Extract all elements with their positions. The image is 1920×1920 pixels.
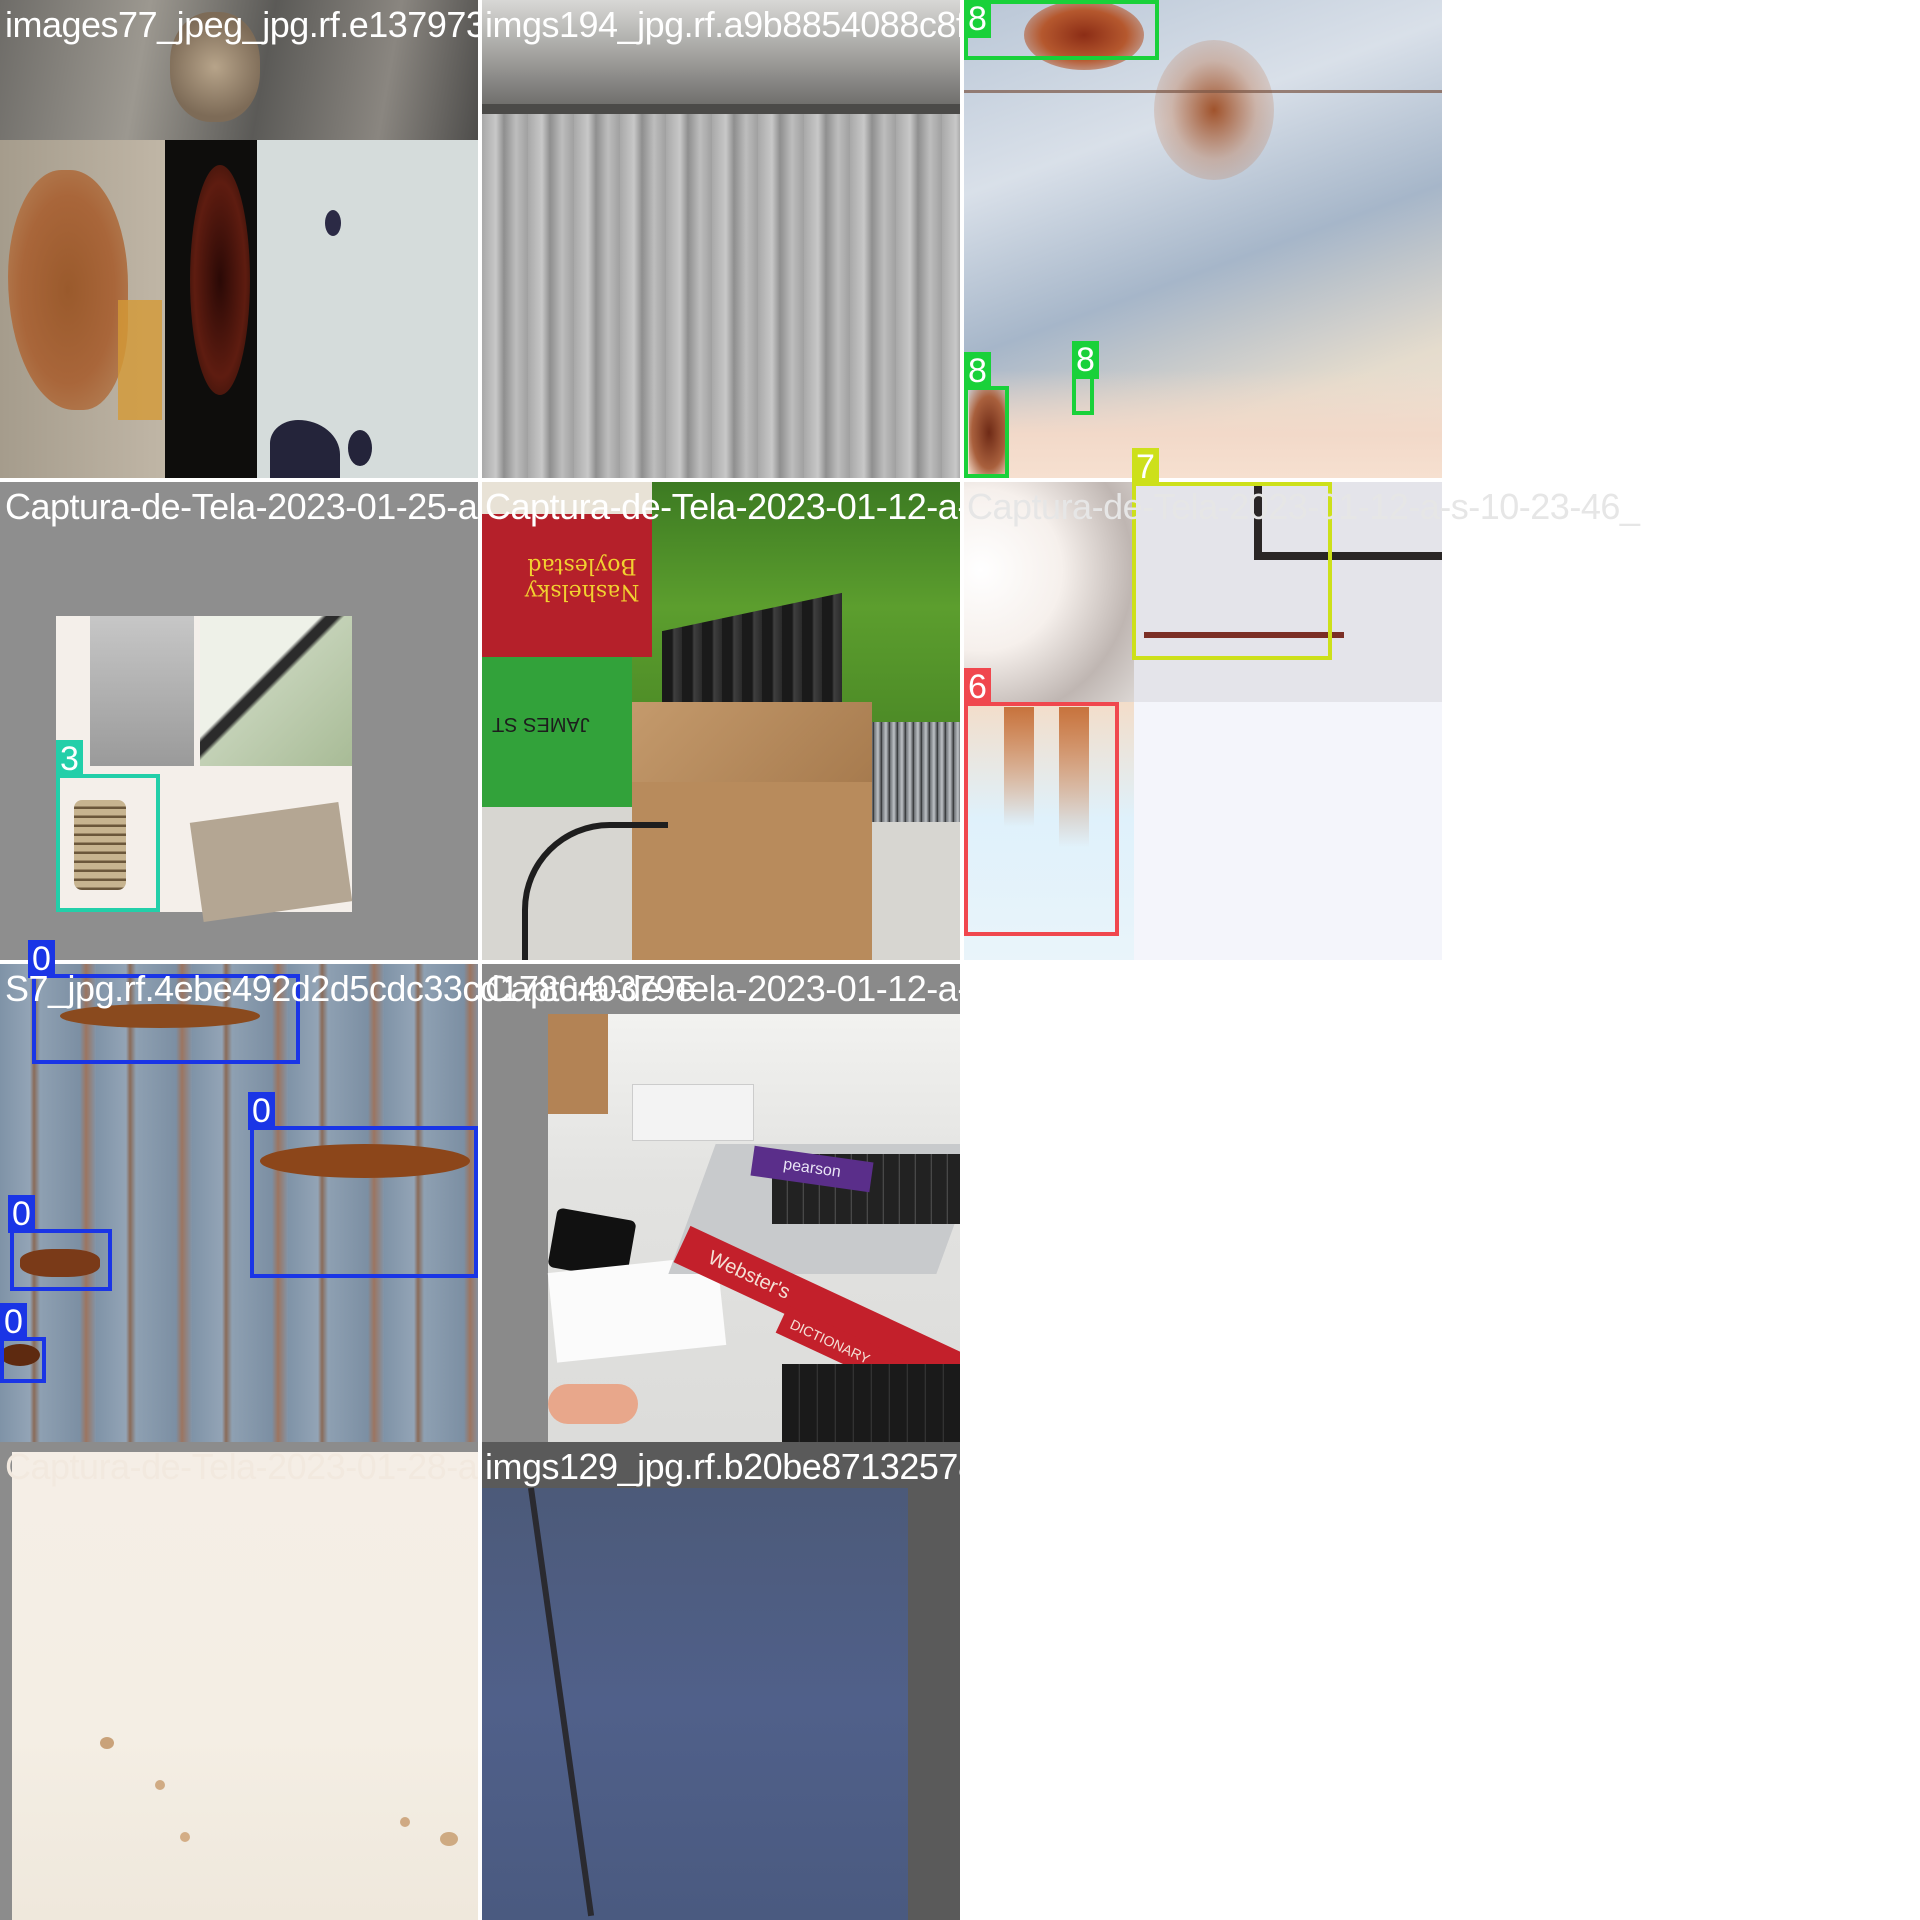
detection-label: 8	[964, 352, 991, 390]
detection-box-class-6	[964, 702, 1119, 936]
book-spine-text: JAMES ST	[492, 713, 590, 735]
mosaic-tile-rust-wall: 8 8 8	[964, 0, 1442, 478]
mosaic-tile-images77: images77_jpeg_jpg.rf.e1379735794958f526f…	[0, 0, 478, 478]
rust-collage-photo	[0, 0, 478, 478]
tile-caption: Captura-de-Tela-2023-01-12-a-s-09-58-20_	[485, 968, 1158, 1009]
detection-box-class-0	[10, 1229, 112, 1291]
mosaic-tile-captura-0125: 3 Captura-de-Tela-2023-01-25-a-s-10-28-0…	[0, 482, 478, 960]
detection-label: 8	[964, 0, 991, 38]
detection-label: 0	[8, 1195, 35, 1233]
detection-box-class-3	[56, 774, 160, 912]
mosaic-tile-captura-0128: Captura-de-Tela-2023-01-28-a-s-10-57-56_	[0, 1442, 478, 1920]
mosaic-tile-imgs129: imgs129_jpg.rf.b20be871325788dd504c244f4…	[482, 1442, 960, 1920]
detection-box-class-0	[250, 1126, 478, 1278]
detection-box-class-8	[964, 0, 1159, 60]
detection-box-class-0	[0, 1337, 46, 1383]
cream-surface-photo	[0, 1442, 478, 1920]
detection-label: 7	[1132, 448, 1159, 486]
blue-panel-photo	[482, 1442, 960, 1920]
mosaic-tile-captura-0957: Nashelsky Boylestad JAMES ST Captura-de-…	[482, 482, 960, 960]
mosaic-tile-s7: 0 0 0 0 S7_jpg.rf.4ebe492d2d5cdc33cd1786…	[0, 940, 695, 1442]
detection-label: 0	[248, 1092, 275, 1130]
tile-caption: Captura-de-Tela-2023-01-12-a-s-10-23-46_	[967, 486, 1640, 527]
detection-box-class-8	[1072, 375, 1094, 415]
laptop-desk-photo: pearson Webster's DICTIONARY	[482, 964, 960, 1442]
detection-label: 3	[56, 740, 83, 778]
book-title-text: Nashelsky Boylestad	[524, 553, 640, 604]
mosaic-tile-captura-0958: pearson Webster's DICTIONARY Captura-de-…	[482, 964, 1158, 1442]
tile-caption: Captura-de-Tela-2023-01-25-a-s-10-28-08_	[5, 486, 478, 527]
tile-caption: Captura-de-Tela-2023-01-12-a-s-09-57-	[485, 486, 960, 527]
desk-boxes-photo: Nashelsky Boylestad JAMES ST	[482, 482, 960, 960]
tile-caption: imgs129_jpg.rf.b20be871325788dd504c244f4…	[485, 1446, 960, 1487]
detection-label: 8	[1072, 341, 1099, 379]
tile-caption: imgs194_jpg.rf.a9b8854088c8f2934905a6a88…	[485, 4, 960, 45]
detection-box-class-8	[964, 386, 1009, 478]
tile-caption: images77_jpeg_jpg.rf.e1379735794958f526f…	[5, 4, 478, 45]
mosaic-tile-imgs194: imgs194_jpg.rf.a9b8854088c8f2934905a6a88…	[482, 0, 960, 478]
mosaic-tile-captura-1023: 7 6 Captura-de-Tela-2023-01-12-a-s-10-23…	[964, 448, 1640, 960]
detection-label: 6	[964, 668, 991, 706]
rusty-wall-photo	[964, 0, 1442, 478]
tile-caption: Captura-de-Tela-2023-01-28-a-s-10-57-56_	[5, 1446, 478, 1487]
corrugated-panel-photo	[482, 0, 960, 478]
detection-label: 0	[0, 1303, 27, 1341]
